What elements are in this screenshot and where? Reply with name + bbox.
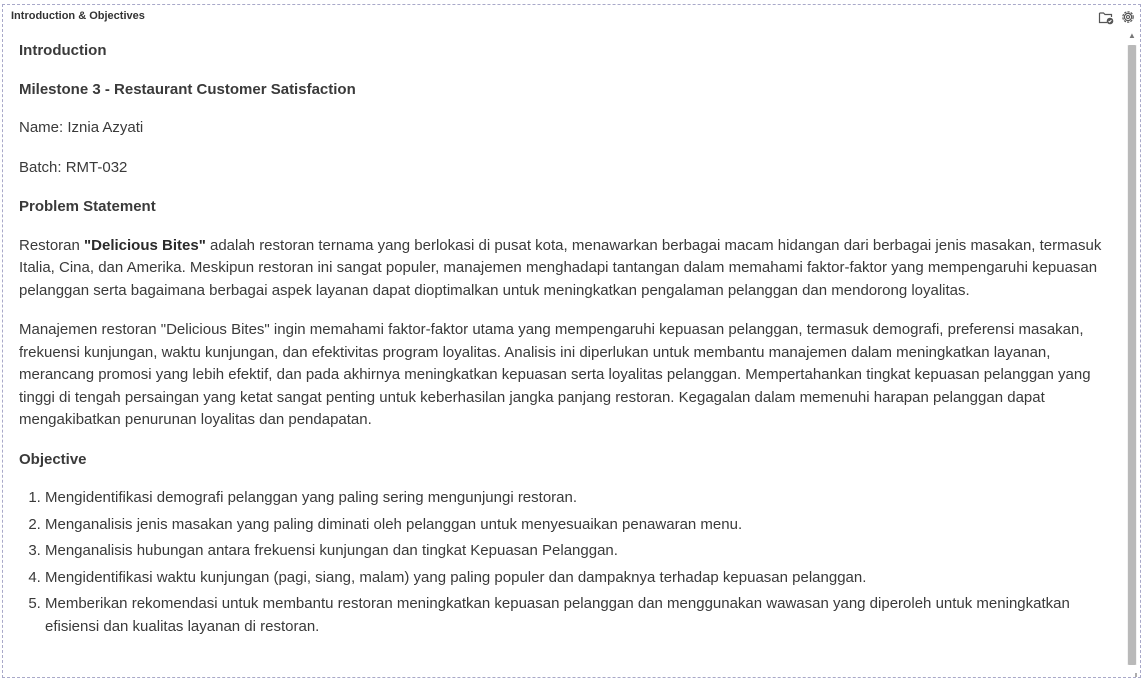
problem-paragraph-1: Restoran "Delicious Bites" adalah restor… [19, 235, 1109, 303]
intro-objectives-panel: Introduction & Objectives Introduction M… [2, 4, 1141, 678]
scroll-thumb[interactable] [1128, 45, 1136, 665]
heading-objective: Objective [19, 450, 87, 468]
notebook-markdown-content: Introduction Milestone 3 - Restaurant Cu… [19, 31, 1109, 676]
objective-list: Mengidentifikasi demografi pelanggan yan… [19, 487, 1109, 638]
list-item: Menganalisis hubungan antara frekuensi k… [45, 540, 1109, 563]
panel-title: Introduction & Objectives [11, 10, 145, 22]
batch-line: Batch: RMT-032 [19, 158, 128, 176]
scroll-up-arrow-icon[interactable]: ▲ [1128, 31, 1136, 41]
list-item: Mengidentifikasi demografi pelanggan yan… [45, 487, 1109, 510]
scroll-track[interactable] [1127, 45, 1137, 665]
panel-toolbar [1097, 8, 1137, 26]
heading-milestone: Milestone 3 - Restaurant Customer Satisf… [19, 80, 356, 98]
problem-paragraph-2: Manajemen restoran "Delicious Bites" ing… [19, 321, 1091, 428]
list-item: Mengidentifikasi waktu kunjungan (pagi, … [45, 567, 1109, 590]
heading-introduction: Introduction [19, 42, 107, 59]
resize-handle-icon[interactable] [1129, 667, 1137, 677]
list-item: Memberikan rekomendasi untuk membantu re… [45, 593, 1109, 638]
folder-check-icon[interactable] [1097, 8, 1115, 26]
restaurant-name-bold: "Delicious Bites" [84, 236, 206, 254]
list-item: Menganalisis jenis masakan yang paling d… [45, 514, 1109, 537]
problem-p1-prefix: Restoran [19, 236, 85, 254]
gear-icon[interactable] [1119, 8, 1137, 26]
heading-problem-statement: Problem Statement [19, 198, 156, 215]
name-line: Name: Iznia Azyati [19, 119, 144, 136]
vertical-scrollbar[interactable]: ▲ [1126, 31, 1138, 675]
